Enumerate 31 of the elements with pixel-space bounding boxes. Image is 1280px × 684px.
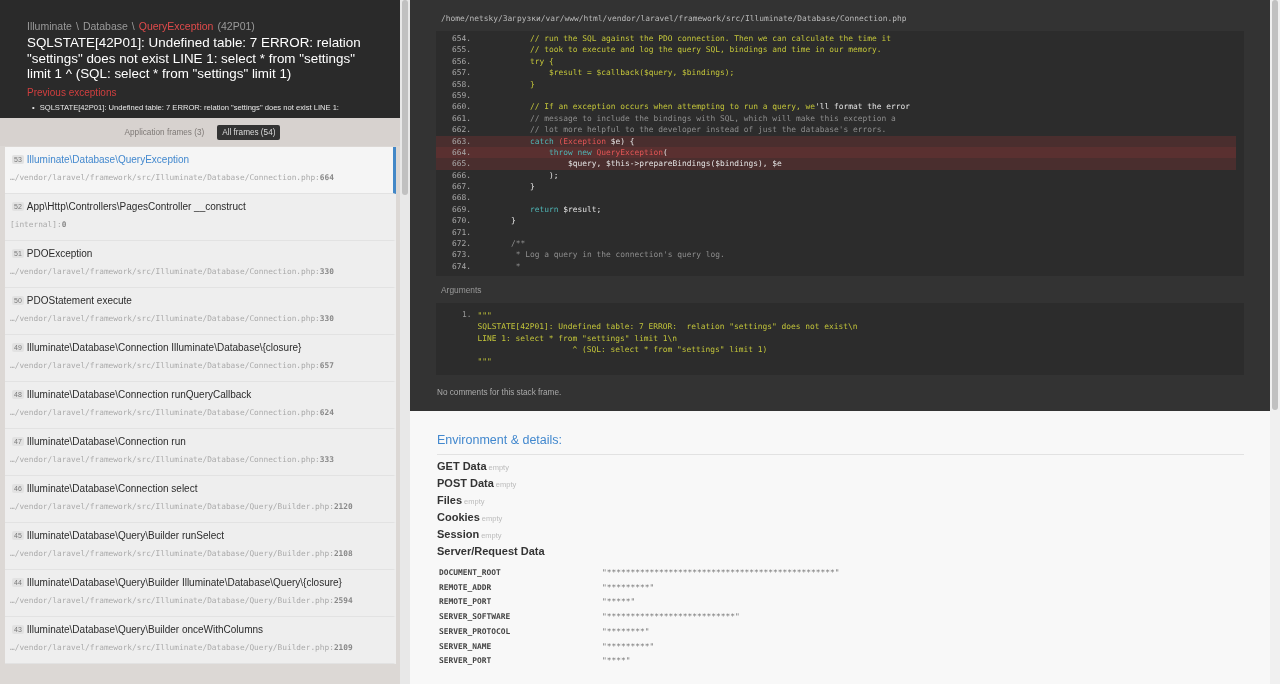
section-label: Session <box>437 528 480 540</box>
section-label: POST Data <box>437 477 494 489</box>
frame-class: Illuminate\Database\Query\Builder onceWithColumns <box>26 624 264 635</box>
breadcrumb-text: Database <box>82 20 128 32</box>
frame-class: Illuminate\Database\Connection runQueryCallback <box>26 389 252 400</box>
breadcrumb-text: \ <box>75 20 79 32</box>
frame-class: PDOException <box>26 248 93 259</box>
frames-tab[interactable]: All frames (54) <box>217 124 281 140</box>
scrollbar[interactable] <box>1270 0 1280 684</box>
frame-comments: No comments for this stack frame. <box>437 388 563 398</box>
section-label: Files <box>437 494 463 506</box>
section-label: Cookies <box>437 511 480 523</box>
exception-message: SQLSTATE[42P01]: Undefined table: 7 ERROR: relation "settings" does not exist LINE 1: select * from "settings" limit 1 ^ (SQL: select * from "settings" limit 1) <box>27 35 362 82</box>
frame-class: Illuminate\Database\Query\Builder Illuminate\Database\Query\{closure} <box>26 577 342 588</box>
breadcrumb-text: QueryException <box>138 20 214 32</box>
previous-exceptions-label: Previous exceptions <box>27 86 118 98</box>
breadcrumb-text: Illuminate <box>27 20 72 32</box>
frame-class: Illuminate\Database\Query\Builder runSelect <box>26 530 225 541</box>
breadcrumb-text: \ <box>131 20 135 32</box>
section-label: Server/Request Data <box>437 545 545 557</box>
frame-class: Illuminate\Database\QueryException <box>26 154 190 165</box>
frame-class: App\Http\Controllers\PagesController __construct <box>26 201 246 212</box>
environment-title: Environment & details: <box>437 433 1244 455</box>
frame-class: Illuminate\Database\Connection select <box>26 483 198 494</box>
frame-class: Illuminate\Database\Connection Illuminate\Database\{closure} <box>26 342 302 353</box>
breadcrumb-text: (42P01) <box>217 20 255 32</box>
section-label: GET Data <box>437 460 487 472</box>
frame-class: Illuminate\Database\Connection run <box>26 436 186 447</box>
scrollbar[interactable] <box>400 0 410 684</box>
arguments-label: Arguments <box>441 285 483 295</box>
frame-class: PDOStatement execute <box>26 295 132 306</box>
